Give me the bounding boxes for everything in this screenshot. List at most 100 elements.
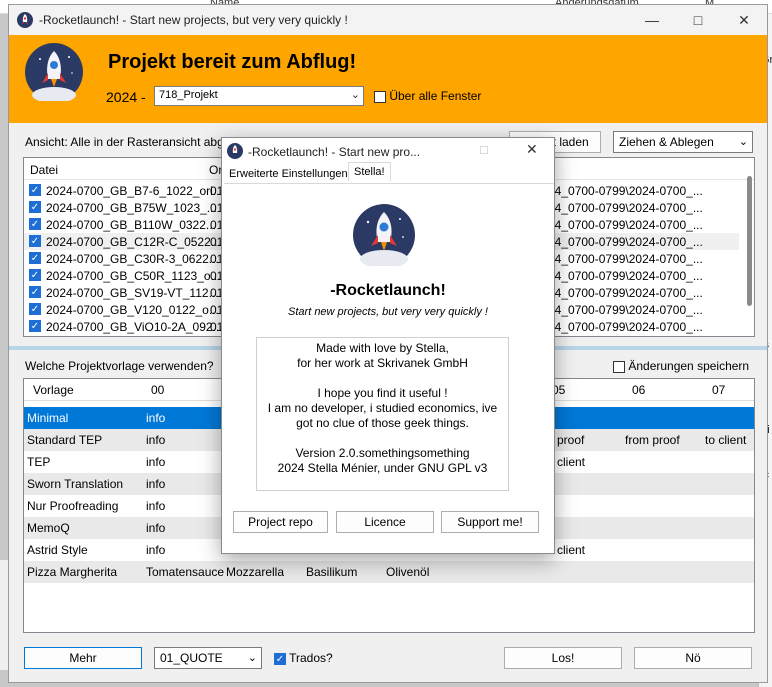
file-name: 2024-0700_GB_V120_0122_o...: [46, 303, 219, 317]
about-line: Made with love by Stella,: [316, 341, 449, 355]
file-name: 2024-0700_GB_C50R_1123_o...: [46, 269, 221, 283]
rocket-logo-icon: [25, 43, 83, 101]
template-cell-c05: client: [557, 543, 586, 557]
file-name: 2024-0700_GB_B110W_0322...: [46, 218, 216, 232]
minimize-button[interactable]: —: [629, 5, 675, 35]
chevron-down-icon: ⌄: [350, 89, 360, 101]
template-cell-c00: info: [146, 433, 166, 447]
dialog-maximize-icon: □: [480, 142, 488, 157]
template-cell-c00: info: [146, 543, 166, 557]
template-cell-c00: Tomatensauce: [146, 565, 225, 579]
checkbox-checked-icon[interactable]: ✓: [29, 201, 41, 213]
dialog-tagline: Start new projects, but very very quickl…: [288, 306, 488, 318]
template-cell-c07: to client: [705, 433, 747, 447]
project-repo-button[interactable]: Project repo: [233, 511, 328, 533]
template-cell-c05: client: [557, 455, 586, 469]
project-select-value: 718_Projekt: [159, 89, 218, 101]
dialog-title: -Rocketlaunch! - Start new pro...: [248, 145, 421, 159]
checkbox-checked-icon[interactable]: ✓: [29, 235, 41, 247]
template-cell-c00: info: [146, 521, 166, 535]
file-name: 2024-0700_GB_C30R-3_0622...: [46, 252, 219, 266]
template-cell-name: MemoQ: [27, 521, 70, 535]
about-line: Version 2.0.somethingsomething: [295, 446, 470, 460]
about-line: [257, 371, 508, 386]
project-select[interactable]: 718_Projekt ⌄: [154, 86, 364, 106]
checkbox-checked-icon[interactable]: ✓: [29, 269, 41, 281]
drag-mode-value: Ziehen & Ablegen: [619, 135, 714, 149]
save-changes-toggle[interactable]: Änderungen speichern: [613, 359, 749, 373]
template-cell-c00: info: [146, 477, 166, 491]
file-name: 2024-0700_GB_C12R-C_0522...: [46, 235, 221, 249]
about-line: I am no developer, i studied economics, …: [267, 401, 498, 415]
checkbox-checked-icon[interactable]: ✓: [29, 303, 41, 315]
template-cell-name: Sworn Translation: [27, 477, 124, 491]
about-line: for her work at Skrivanek GmbH: [297, 356, 468, 370]
drag-mode-select[interactable]: Ziehen & Ablegen ⌄: [613, 131, 753, 153]
template-cell-name: Astrid Style: [27, 543, 88, 557]
template-row[interactable]: Pizza Margherita Tomatensauce Mozzarella Ba…: [24, 561, 754, 583]
chevron-down-icon: ⌄: [247, 652, 257, 664]
dialog-app-name: -Rocketlaunch!: [330, 282, 446, 299]
no-button[interactable]: Nö: [634, 647, 752, 669]
template-question: Welche Projektvorlage verwenden?: [25, 359, 214, 373]
support-button[interactable]: Support me!: [441, 511, 539, 533]
about-line: I hope you find it useful !: [317, 386, 448, 400]
dialog-close-button[interactable]: ✕: [526, 141, 538, 158]
headline: Projekt bereit zum Abflug!: [108, 51, 357, 73]
checkbox-icon[interactable]: [613, 360, 625, 373]
template-cell-c00: info: [146, 499, 166, 513]
template-cell-name: Nur Proofreading: [27, 499, 119, 513]
template-cell-c03: Olivenöl: [386, 565, 430, 579]
template-cell-c05: proof: [557, 433, 585, 447]
file-name: 2024-0700_GB_ViO10-2A_092...: [46, 320, 223, 334]
checkbox-checked-icon[interactable]: ✓: [29, 320, 41, 332]
template-cell-c06: from proof: [625, 433, 680, 447]
year-label: 2024 -: [106, 89, 146, 105]
about-dialog: -Rocketlaunch! - Start new pro... □ ✕ Er…: [221, 137, 555, 554]
template-cell-name: Pizza Margherita: [27, 565, 118, 579]
licence-button[interactable]: Licence: [336, 511, 434, 533]
checkbox-checked-icon[interactable]: ✓: [29, 184, 41, 196]
checkbox-icon[interactable]: [374, 90, 386, 103]
checkbox-checked-icon[interactable]: ✓: [29, 218, 41, 230]
scrollbar[interactable]: [747, 176, 752, 306]
checkbox-checked-icon[interactable]: ✓: [29, 252, 41, 264]
template-cell-name: Minimal: [27, 411, 69, 425]
quote-select-value: 01_QUOTE: [160, 651, 223, 665]
tab-stella[interactable]: Stella!: [348, 162, 391, 181]
trados-toggle[interactable]: ✓ Trados?: [274, 651, 333, 665]
header-banner: Projekt bereit zum Abflug! 2024 - 718_Pr…: [9, 35, 767, 123]
grid-column-vorlage[interactable]: Vorlage: [33, 383, 74, 397]
template-cell-c00: info: [146, 455, 166, 469]
rocket-logo-icon: [353, 204, 415, 266]
always-on-top-label: Über alle Fenster: [389, 89, 482, 103]
background-window-left: [0, 560, 8, 670]
grid-column-07[interactable]: 07: [712, 383, 725, 397]
template-cell-c02: Basilikum: [306, 565, 358, 579]
save-changes-label: Änderungen speichern: [628, 359, 750, 373]
grid-column-00[interactable]: 00: [151, 383, 164, 397]
close-button[interactable]: ✕: [721, 5, 767, 35]
about-line: [257, 431, 508, 446]
file-name: 2024-0700_GB_B7-6_1022_ori...: [46, 184, 223, 198]
dialog-tabstrip: Erweiterte Einstellungen Stella!: [224, 162, 554, 184]
checkbox-checked-icon[interactable]: ✓: [274, 652, 286, 665]
tab-advanced-settings[interactable]: Erweiterte Einstellungen: [226, 168, 351, 180]
template-cell-name: TEP: [27, 455, 51, 469]
quote-select[interactable]: 01_QUOTE ⌄: [154, 647, 262, 669]
maximize-button[interactable]: □: [675, 5, 721, 35]
column-header-datei[interactable]: Datei: [30, 163, 58, 177]
more-button[interactable]: Mehr: [24, 647, 142, 669]
main-window-title: -Rocketlaunch! - Start new projects, but…: [39, 13, 348, 27]
grid-column-06[interactable]: 06: [632, 383, 645, 397]
about-text-box: Made with love by Stella, for her work at…: [256, 337, 509, 491]
file-name: 2024-0700_GB_SV19-VT_112...: [46, 286, 219, 300]
template-cell-c01: Mozzarella: [226, 565, 285, 579]
about-line: 2024 Stella Ménier, under GNU GPL v3: [277, 461, 488, 475]
main-titlebar: -Rocketlaunch! - Start new projects, but…: [9, 5, 767, 35]
about-line: got no clue of those geek things.: [296, 416, 469, 430]
checkbox-checked-icon[interactable]: ✓: [29, 286, 41, 298]
go-button[interactable]: Los!: [504, 647, 622, 669]
always-on-top-toggle[interactable]: Über alle Fenster: [374, 89, 481, 103]
chevron-down-icon: ⌄: [738, 136, 748, 148]
